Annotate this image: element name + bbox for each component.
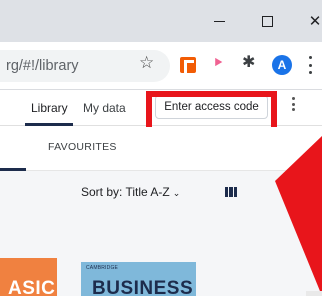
minimize-button[interactable] [196,0,242,42]
book-cover[interactable]: CAMBRIDGE BUSINESS [81,262,196,296]
enter-access-code-label: Enter access code [164,101,259,113]
pink-extension-icon[interactable]: ⯈ [212,56,224,71]
browser-menu-icon[interactable] [308,56,312,74]
nav-active-indicator [25,123,73,126]
orange-extension-icon[interactable] [180,57,196,73]
maximize-button[interactable] [244,0,290,42]
maximize-icon [261,15,273,27]
browser-toolbar: rg/#!/library ☆ ⯈ ✱ A [0,42,322,90]
book-publisher: CAMBRIDGE [86,265,119,271]
close-icon: ✕ [308,11,322,30]
star-icon[interactable]: ☆ [139,55,154,72]
book-cover[interactable]: ASIC [0,258,57,296]
minimize-icon [213,20,225,22]
sort-dropdown[interactable]: Sort by: Title A-Z ⌄ [81,185,180,199]
scrollbar[interactable] [306,291,322,296]
grid-view-icon[interactable] [225,187,237,197]
profile-avatar[interactable]: A [272,55,292,75]
enter-access-code-button[interactable]: Enter access code [155,95,268,119]
book-cover-title: ASIC [8,278,56,296]
red-arrow-shape [275,136,322,296]
tab-favourites[interactable]: FAVOURITES [48,141,117,153]
app-header: Library My data Enter access code [0,90,322,126]
nav-my-data[interactable]: My data [83,101,126,115]
sort-label: Sort by: Title A-Z [81,185,170,199]
close-button[interactable]: ✕ [292,0,322,42]
app-menu-icon[interactable] [292,97,295,111]
nav-library[interactable]: Library [31,101,68,115]
book-cover-title: BUSINESS [92,278,194,296]
browser-title-bar: ✕ [0,0,322,42]
address-bar[interactable]: rg/#!/library ☆ [0,50,170,82]
chevron-down-icon: ⌄ [172,189,181,199]
library-tabs: FAVOURITES [0,127,322,171]
url-text[interactable]: rg/#!/library [6,58,79,74]
red-arrow-icon [275,136,322,296]
puzzle-icon[interactable]: ✱ [242,54,255,70]
avatar-initial: A [277,58,287,72]
